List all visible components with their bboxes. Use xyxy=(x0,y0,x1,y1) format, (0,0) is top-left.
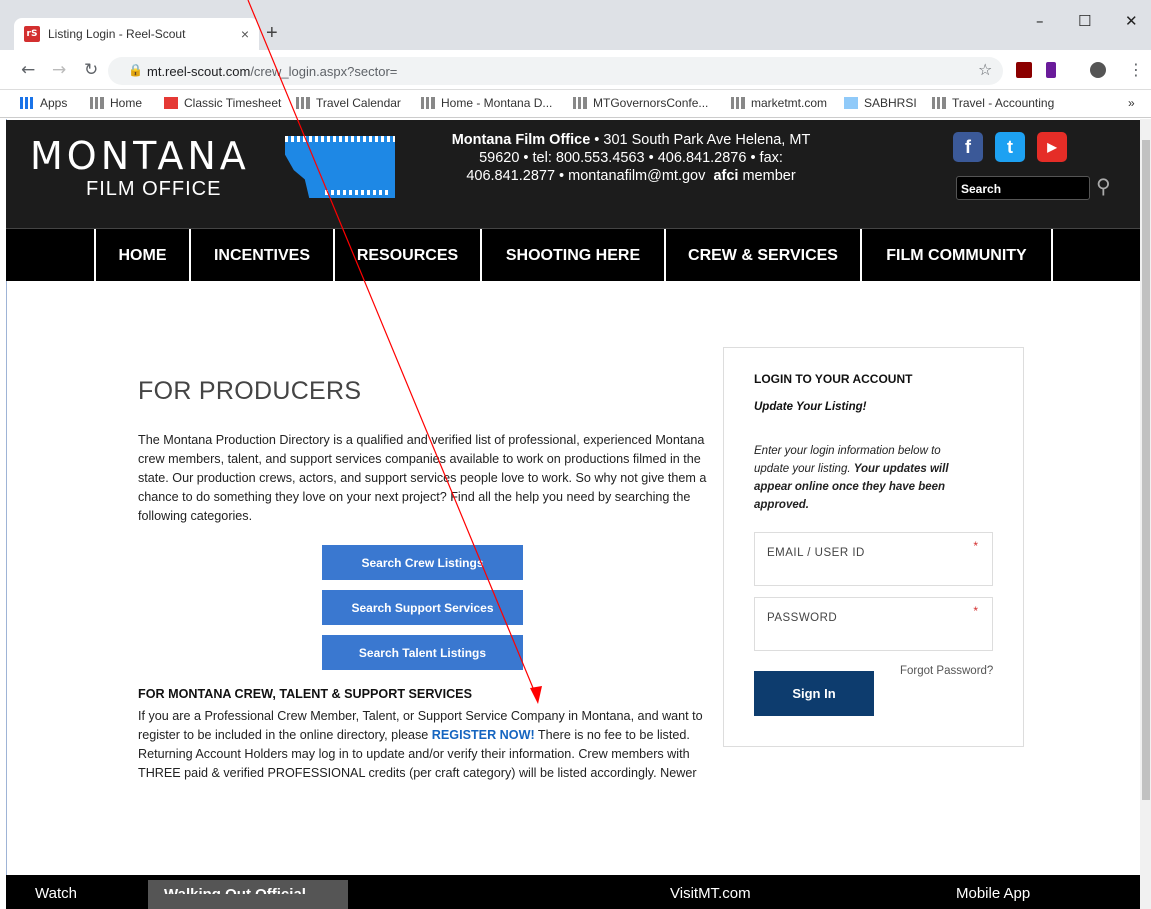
password-label: PASSWORD xyxy=(767,612,838,624)
footer-mobile-app-link[interactable]: Mobile App xyxy=(956,885,1030,902)
search-talent-button[interactable]: Search Talent Listings xyxy=(322,635,523,670)
bookmark-star-icon[interactable]: ☆ xyxy=(978,60,992,79)
reload-icon[interactable]: ↻ xyxy=(84,60,98,80)
profile-icon[interactable] xyxy=(1090,62,1106,78)
apps-grid-icon xyxy=(20,97,34,109)
nav-incentives[interactable]: INCENTIVES xyxy=(189,229,333,282)
search-crew-button[interactable]: Search Crew Listings xyxy=(322,545,523,580)
footer-watch[interactable]: Watch xyxy=(35,885,77,902)
nav-resources[interactable]: RESOURCES xyxy=(333,229,480,282)
bookmark-mtgovernors[interactable]: MTGovernorsConfe... xyxy=(573,96,708,110)
bookmark-home[interactable]: Home xyxy=(90,96,142,110)
email-field[interactable]: EMAIL / USER ID * xyxy=(754,532,993,586)
bookmark-travel-calendar[interactable]: Travel Calendar xyxy=(296,96,401,110)
bookmarks-bar: Apps Home Classic Timesheet Travel Calen… xyxy=(0,90,1151,118)
login-title: LOGIN TO YOUR ACCOUNT xyxy=(754,372,913,386)
film-strip-icon xyxy=(325,190,390,195)
browser-tabbar: rS Listing Login - Reel-Scout × + – ☐ ✕ xyxy=(0,0,1151,50)
youtube-icon[interactable]: ▶ xyxy=(1037,132,1067,162)
site-header: MONTANA FILM OFFICE Montana Film Office … xyxy=(6,120,1140,228)
crew-info-paragraph: If you are a Professional Crew Member, T… xyxy=(138,709,703,780)
sabhrsi-icon xyxy=(844,97,858,109)
sign-in-button[interactable]: Sign In xyxy=(754,671,874,716)
maximize-button[interactable]: ☐ xyxy=(1078,12,1091,30)
video-thumbnail[interactable]: Walking Out Official xyxy=(148,880,348,909)
login-subtitle: Update Your Listing! xyxy=(754,401,867,413)
password-field[interactable]: PASSWORD * xyxy=(754,597,993,651)
required-marker: * xyxy=(973,604,978,618)
bookmark-travel-accounting[interactable]: Travel - Accounting xyxy=(932,96,1054,110)
reelscout-favicon-icon: rS xyxy=(24,26,40,42)
main-nav: HOME INCENTIVES RESOURCES SHOOTING HERE … xyxy=(6,228,1140,282)
new-tab-button[interactable]: + xyxy=(266,22,278,45)
bars-icon xyxy=(421,97,435,109)
required-marker: * xyxy=(973,539,978,553)
twitter-icon[interactable]: t xyxy=(995,132,1025,162)
minimize-button[interactable]: – xyxy=(1036,12,1044,30)
nav-home[interactable]: HOME xyxy=(94,229,189,282)
site-search-input[interactable]: Search xyxy=(956,176,1090,200)
scrollbar-thumb[interactable] xyxy=(1142,140,1150,800)
tab-title: Listing Login - Reel-Scout xyxy=(48,27,186,41)
menu-dots-icon[interactable]: ⋮ xyxy=(1128,60,1144,79)
search-support-button[interactable]: Search Support Services xyxy=(322,590,523,625)
section-heading: FOR MONTANA CREW, TALENT & SUPPORT SERVI… xyxy=(138,687,472,701)
nav-crew-services[interactable]: CREW & SERVICES xyxy=(664,229,860,282)
footer-visitmt-link[interactable]: VisitMT.com xyxy=(670,885,751,902)
extension-icon[interactable] xyxy=(1046,62,1056,78)
bookmark-apps[interactable]: Apps xyxy=(20,96,67,110)
browser-tab[interactable]: rS Listing Login - Reel-Scout × xyxy=(14,18,259,50)
back-arrow-icon[interactable]: ← xyxy=(21,60,35,80)
url-text[interactable]: mt.reel-scout.com/crew_login.aspx?sector… xyxy=(147,64,397,79)
bookmark-home-montana[interactable]: Home - Montana D... xyxy=(421,96,552,110)
bars-icon xyxy=(932,97,946,109)
contact-info: Montana Film Office • 301 South Park Ave… xyxy=(451,132,811,184)
logo-film-office[interactable]: FILM OFFICE xyxy=(86,178,221,201)
forgot-password-link[interactable]: Forgot Password? xyxy=(900,665,993,677)
tab-close-icon[interactable]: × xyxy=(241,26,249,42)
montana-map-icon xyxy=(285,136,395,198)
lock-icon: 🔒 xyxy=(128,63,143,77)
facebook-icon[interactable]: f xyxy=(953,132,983,162)
afci-logo: afci xyxy=(713,168,739,184)
timesheet-icon xyxy=(164,97,178,109)
search-icon[interactable]: ⚲ xyxy=(1096,174,1111,198)
forward-arrow-icon[interactable]: → xyxy=(52,60,66,80)
bars-icon xyxy=(296,97,310,109)
bookmark-marketmt[interactable]: marketmt.com xyxy=(731,96,827,110)
nav-film-community[interactable]: FILM COMMUNITY xyxy=(860,229,1053,282)
login-instructions: Enter your login information below to up… xyxy=(754,445,949,511)
bars-icon xyxy=(731,97,745,109)
bars-icon xyxy=(90,97,104,109)
bookmarks-overflow-icon[interactable]: » xyxy=(1128,96,1135,110)
video-caption: Walking Out Official xyxy=(164,886,306,903)
intro-paragraph: The Montana Production Directory is a qu… xyxy=(138,433,707,523)
email-label: EMAIL / USER ID xyxy=(767,547,865,559)
bookmark-sabhrsi[interactable]: SABHRSI xyxy=(844,96,917,110)
adobe-extension-icon[interactable] xyxy=(1016,62,1032,78)
nav-shooting-here[interactable]: SHOOTING HERE xyxy=(480,229,664,282)
page-title: FOR PRODUCERS xyxy=(138,377,362,405)
film-strip-icon xyxy=(285,136,395,142)
logo-montana[interactable]: MONTANA xyxy=(30,134,250,178)
register-now-link[interactable]: REGISTER NOW! xyxy=(432,728,535,742)
close-window-button[interactable]: ✕ xyxy=(1125,12,1138,30)
bars-icon xyxy=(573,97,587,109)
bookmark-classic-timesheet[interactable]: Classic Timesheet xyxy=(164,96,281,110)
